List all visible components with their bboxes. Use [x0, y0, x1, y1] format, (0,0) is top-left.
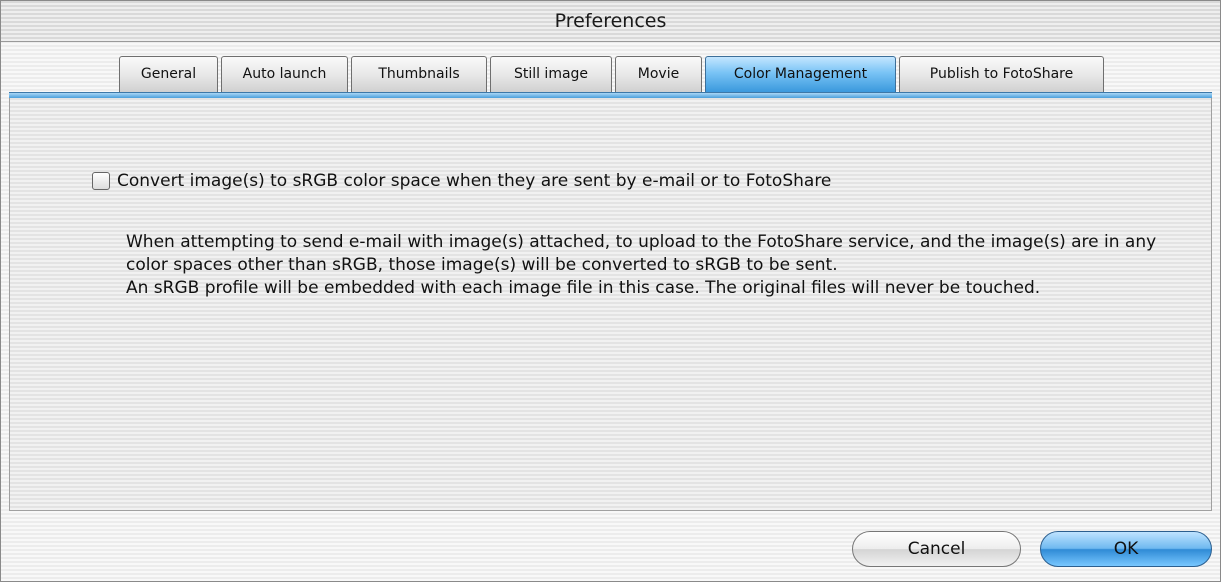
tab-thumbnails[interactable]: Thumbnails — [351, 56, 487, 92]
ok-button[interactable]: OK — [1040, 531, 1212, 567]
tab-bar: General Auto launch Thumbnails Still ima… — [119, 56, 1107, 94]
convert-srgb-label[interactable]: Convert image(s) to sRGB color space whe… — [117, 171, 831, 191]
tab-auto-launch[interactable]: Auto launch — [221, 56, 348, 92]
color-management-panel: Convert image(s) to sRGB color space whe… — [9, 98, 1212, 511]
tab-general[interactable]: General — [119, 56, 218, 92]
tab-still-image[interactable]: Still image — [490, 56, 612, 92]
convert-srgb-option[interactable]: Convert image(s) to sRGB color space whe… — [92, 171, 831, 191]
convert-srgb-checkbox[interactable] — [92, 172, 110, 190]
description-paragraph-2: An sRGB profile will be embedded with ea… — [126, 278, 1041, 298]
tab-publish-to-fotoshare[interactable]: Publish to FotoShare — [899, 56, 1104, 92]
cancel-button[interactable]: Cancel — [852, 531, 1021, 567]
tab-color-management[interactable]: Color Management — [705, 56, 896, 92]
preferences-window: Preferences General Auto launch Thumbnai… — [0, 0, 1221, 582]
tab-movie[interactable]: Movie — [615, 56, 702, 92]
description-paragraph-1: When attempting to send e-mail with imag… — [126, 232, 1157, 275]
window-title: Preferences — [1, 1, 1220, 42]
option-description: When attempting to send e-mail with imag… — [126, 231, 1166, 300]
